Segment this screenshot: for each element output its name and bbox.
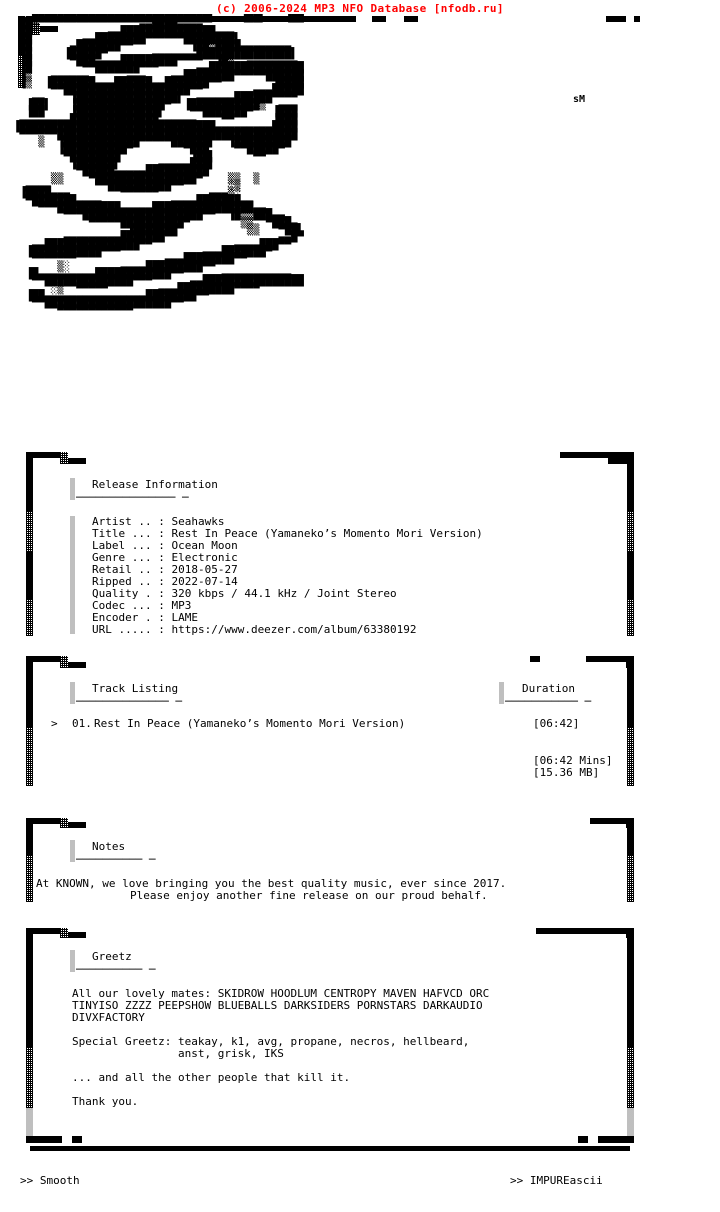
relbox-right-dither (627, 512, 634, 552)
track-row[interactable]: > 01. Rest In Peace (Yamaneko’s Momento … (20, 718, 640, 732)
relbox-fields-rule (70, 516, 75, 634)
logo-art-glyphs: ▄████████████████████████████▌ ▐██▌ ▐██ … (13, 14, 304, 317)
greetzbox-heading-rule (70, 950, 75, 972)
trkbox-top-left-dither (60, 656, 68, 668)
greetzbox-bottom-right-stub (598, 1136, 634, 1143)
duration-heading-rule (499, 682, 504, 704)
trkbox-top-left-stub (68, 662, 86, 668)
trkbox-top-dash-a (530, 656, 540, 662)
greetzbox-top-left-stub (68, 932, 86, 938)
greetz-special-line: anst, grisk, IKS (72, 1047, 284, 1060)
track-listing-title: Track Listing (92, 682, 179, 695)
relbox-right-bar (627, 452, 634, 512)
release-information-box: Release Information ─────────────── ─ Ar… (20, 452, 640, 642)
trkbox-top-right-bar (586, 656, 626, 662)
notesbox-top-right-bar (590, 818, 626, 824)
greetzbox-left-bar (26, 928, 33, 1048)
relbox-right-lower-dither (627, 600, 634, 636)
notesbox-top-left-dither (60, 818, 68, 828)
greetzbox-bottom-left-stub (26, 1136, 62, 1143)
greetzbox-top-left-bar (32, 928, 60, 934)
relbox-top-left-stub (68, 458, 86, 464)
greetz-title: Greetz (92, 950, 132, 963)
greetz-mates-line: DIVXFACTORY (72, 1011, 145, 1024)
greetzbox-bottom-bar (30, 1146, 630, 1151)
logo-frame-right-top-a (606, 16, 626, 22)
notesbox-heading-rule (70, 840, 75, 862)
relbox-left-lower-dither (26, 600, 33, 636)
artist-signature: sM (573, 94, 586, 105)
track-listing-underline: ────────────── ─ (76, 695, 182, 708)
footer-left-credit: >> Smooth (20, 1174, 80, 1187)
relbox-top-dash-a (32, 452, 40, 458)
ascii-logo-art: ▄████████████████████████████▌ ▐██▌ ▐██ … (0, 14, 720, 446)
duration-column-underline: ─────────── ─ (505, 695, 592, 708)
notes-box: Notes ────────── ─ At KNOWN, we love bri… (20, 818, 640, 904)
notesbox-top-left-bar (32, 818, 60, 824)
relbox-heading-rule (70, 478, 75, 500)
greetzbox-left-dither-lite (26, 1108, 33, 1138)
notes-line: Please enjoy another fine release on our… (130, 889, 488, 902)
relbox-left-bar (26, 452, 33, 512)
greetz-box: Greetz ────────── ─ All our lovely mates… (20, 928, 640, 1154)
trkbox-heading-rule (70, 682, 75, 704)
notesbox-right-dither (627, 856, 634, 902)
logo-frame-top-dash-b (404, 16, 418, 22)
duration-column-title: Duration (522, 682, 575, 695)
greetzbox-bottom-left-dot (72, 1136, 82, 1143)
release-information-underline: ─────────────── ─ (76, 491, 189, 504)
track-listing-box: Track Listing ────────────── ─ Duration … (20, 656, 640, 796)
relbox-right-lower-bar (627, 552, 634, 600)
track-duration: [06:42] (533, 717, 580, 730)
footer-right-credit: >> IMPUREascii (510, 1174, 603, 1187)
total-size: [15.36 MB] (533, 766, 600, 779)
notesbox-left-dither (26, 856, 33, 902)
release-info-lines: Artist .. : Seahawks Title ... : Rest In… (92, 516, 483, 636)
notes-underline: ────────── ─ (76, 853, 156, 866)
greetz-thanks-line: Thank you. (72, 1095, 139, 1108)
greetzbox-right-dither-lite (627, 1108, 634, 1138)
relbox-top-left-dither (60, 452, 68, 464)
notesbox-left-bar (26, 818, 33, 856)
notesbox-top-left-stub (68, 822, 86, 828)
relbox-left-dither (26, 512, 33, 552)
logo-frame-right-top-b (634, 16, 640, 22)
trkbox-left-dither (26, 728, 33, 786)
greetz-underline: ────────── ─ (76, 963, 156, 976)
greetzbox-right-dither (627, 1048, 634, 1108)
track-number: 01. (72, 717, 92, 730)
greetz-closing-line: ... and all the other people that kill i… (72, 1071, 351, 1084)
greetzbox-top-right-bar (536, 928, 626, 934)
greetzbox-bottom-right-dot (578, 1136, 588, 1143)
notesbox-right-bar (627, 818, 634, 856)
trkbox-right-dither (627, 728, 634, 786)
relbox-left-lower-bar (26, 552, 33, 600)
release-info-line: URL ..... : https://www.deezer.com/album… (92, 623, 417, 636)
track-title: Rest In Peace (Yamaneko’s Momento Mori V… (94, 717, 406, 730)
trkbox-top-left-bar (32, 656, 60, 662)
greetzbox-top-left-dither (60, 928, 68, 938)
notes-title: Notes (92, 840, 126, 853)
relbox-top-right-stub (608, 458, 626, 464)
release-information-title: Release Information (92, 478, 218, 491)
greetzbox-left-dither (26, 1048, 33, 1108)
logo-frame-top-dash-a (372, 16, 386, 22)
greetzbox-right-bar (627, 928, 634, 1048)
track-marker-icon: > (51, 717, 58, 730)
